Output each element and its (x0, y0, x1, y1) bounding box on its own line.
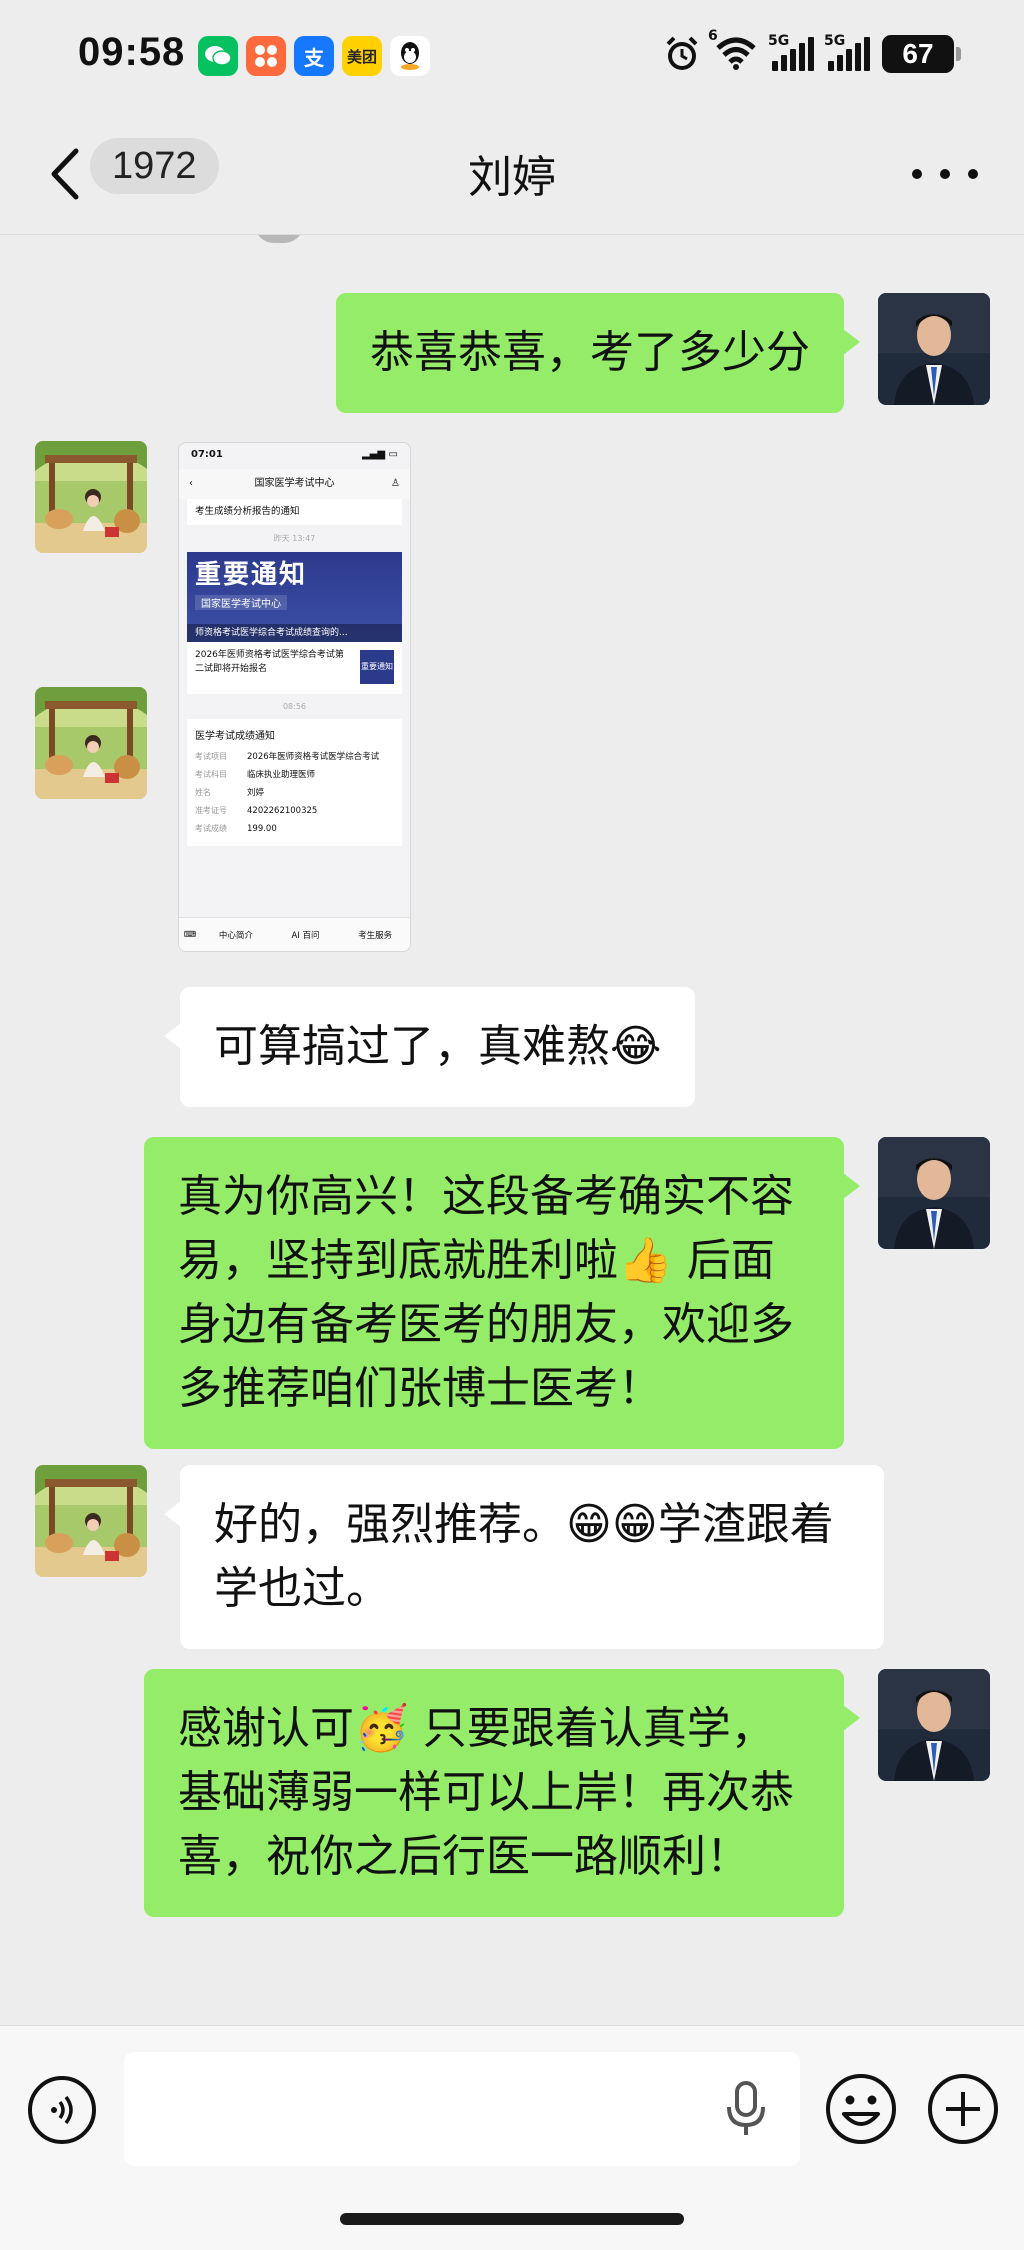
image-profile-icon: ♙ (391, 478, 400, 489)
signal-2-icon: 5G (824, 33, 870, 71)
status-time: 09:58 (78, 30, 186, 74)
image-result-row: 考试科目 临床执业助理医师 (195, 766, 394, 784)
image-result-value: 刘婷 (247, 788, 265, 798)
image-result-key: 考试科目 (195, 770, 227, 779)
wifi-icon: 6 (708, 28, 758, 74)
image-result-title: 医学考试成绩通知 (195, 731, 275, 742)
image-notice-item: 2026年医师资格考试医学综合考试第二试即将开始报名 重要通知 (187, 642, 402, 694)
signal-1-icon: 5G (768, 33, 814, 71)
meituan-icon: 美团 (342, 36, 382, 76)
app-grid-icon (246, 36, 286, 76)
image-result-value: 199.00 (247, 824, 277, 834)
input-bar (0, 2025, 1024, 2250)
system-indicators: 6 5G 5G 67 (662, 28, 961, 74)
image-tab: 考生服务 (358, 930, 393, 941)
image-timestamp: 昨天 13:47 (273, 534, 316, 543)
image-result-value: 420226210032​5 (247, 806, 318, 816)
voice-wave-icon (51, 2095, 73, 2125)
image-header: ‹ 国家医学考试中心 ♙ (179, 469, 410, 499)
contact-avatar[interactable] (35, 687, 147, 799)
image-result-key: 考试成绩 (195, 824, 227, 833)
image-banner-title: 重要通知 (195, 560, 308, 590)
plus-icon (928, 2074, 998, 2144)
image-result-card: 医学考试成绩通知 考试项目 2026年医师资格考试医学综合考试 考试科目 临床执业助… (187, 719, 402, 846)
my-avatar[interactable] (878, 293, 990, 405)
status-bar: 09:58 支 美团 6 5G 5G 67 (0, 0, 1024, 115)
message-bubble-sent[interactable]: 真为你高兴！这段备考确实不容易，坚持到底就胜利啦👍 后面身边有备考医考的朋友，欢… (144, 1137, 860, 1449)
home-indicator[interactable] (340, 2213, 684, 2225)
image-status-bar: 07:01 ▂▄▆ ▭ (179, 443, 410, 469)
signal-1-label: 5G (768, 33, 790, 49)
contact-avatar[interactable] (35, 1465, 147, 1577)
image-banner-sub: 国家医学考试中心 (195, 595, 287, 610)
qq-icon (390, 36, 430, 76)
image-banner-foot: 师资格考试医学综合考试成绩查询的... (187, 624, 402, 642)
chat-header: 1972 刘婷 (0, 115, 1024, 235)
image-result-row: 姓名 刘婷 (195, 784, 394, 802)
message-bubble-sent[interactable]: 恭喜恭喜，考了多少分 (336, 293, 860, 413)
message-bubble-received[interactable]: 好的，强烈推荐。😁😁学渣跟着学也过。 (164, 1465, 884, 1649)
message-list[interactable]: 恭喜恭喜，考了多少分 可算搞过了，真难熬😂 真为你高兴！这段备考确实不容易，坚持… (0, 235, 1024, 2025)
shared-screenshot-image[interactable]: 07:01 ▂▄▆ ▭ ‹ 国家医学考试中心 ♙ 考生成绩分析报告的通知 昨天 … (178, 442, 411, 952)
image-result-row: 考试项目 2026年医师资格考试医学综合考试 (195, 748, 394, 766)
battery-indicator: 67 (882, 35, 961, 73)
image-notice-banner: 重要通知 国家医学考试中心 师资格考试医学综合考试成绩查询的... (187, 552, 402, 642)
image-top-card: 考生成绩分析报告的通知 (187, 499, 402, 525)
message-bubble-received[interactable]: 可算搞过了，真难熬😂 (163, 987, 696, 1107)
message-input[interactable] (124, 2052, 800, 2166)
image-result-row: 准考证号 420226210032​5 (195, 802, 394, 820)
previous-message-fragment (254, 235, 304, 243)
chat-title: 刘婷 (468, 152, 556, 203)
image-time: 07:01 (191, 449, 223, 460)
emoji-button[interactable] (824, 2072, 898, 2146)
microphone-icon[interactable] (724, 2081, 768, 2137)
image-keyboard-icon: ⌨ (183, 929, 197, 940)
message-bubble-sent[interactable]: 感谢认可🥳 只要跟着认真学，基础薄弱一样可以上岸！再次恭喜，祝你之后行医一路顺利… (144, 1669, 860, 1917)
image-tab-bar: ⌨ 中心简介 AI 百问 考生服务 (179, 917, 410, 951)
image-timestamp: 08:56 (282, 702, 307, 711)
alipay-icon: 支 (294, 36, 334, 76)
image-result-row: 考试成绩 199.00 (195, 820, 394, 838)
image-result-value: 2026年医师资格考试医学综合考试 (247, 752, 380, 762)
my-avatar[interactable] (878, 1669, 990, 1781)
image-item-text: 2026年医师资格考试医学综合考试第二试即将开始报名 (195, 650, 344, 674)
contact-avatar[interactable] (35, 441, 147, 553)
image-battery-icon: ▂▄▆ ▭ (361, 449, 398, 460)
wifi-label: 6 (708, 28, 718, 44)
wechat-icon (198, 36, 238, 76)
notification-app-icons: 支 美团 (198, 36, 430, 76)
more-options-button[interactable] (912, 149, 978, 199)
image-result-key: 姓名 (195, 788, 211, 797)
more-functions-button[interactable] (926, 2072, 1000, 2146)
my-avatar[interactable] (878, 1137, 990, 1249)
signal-2-label: 5G (824, 33, 846, 49)
image-result-value: 临床执业助理医师 (247, 770, 316, 780)
image-tab: 中心简介 (218, 930, 253, 941)
smiley-icon (826, 2074, 896, 2144)
image-result-key: 考试项目 (195, 752, 227, 761)
image-tab: AI 百问 (291, 930, 320, 941)
image-result-key: 准考证号 (195, 806, 227, 815)
image-center-title: 国家医学考试中心 (254, 478, 335, 489)
voice-mode-button[interactable] (28, 2076, 96, 2144)
alarm-icon (666, 36, 698, 70)
image-item-thumb: 重要通知 (360, 650, 394, 684)
image-back-icon: ‹ (189, 478, 193, 489)
